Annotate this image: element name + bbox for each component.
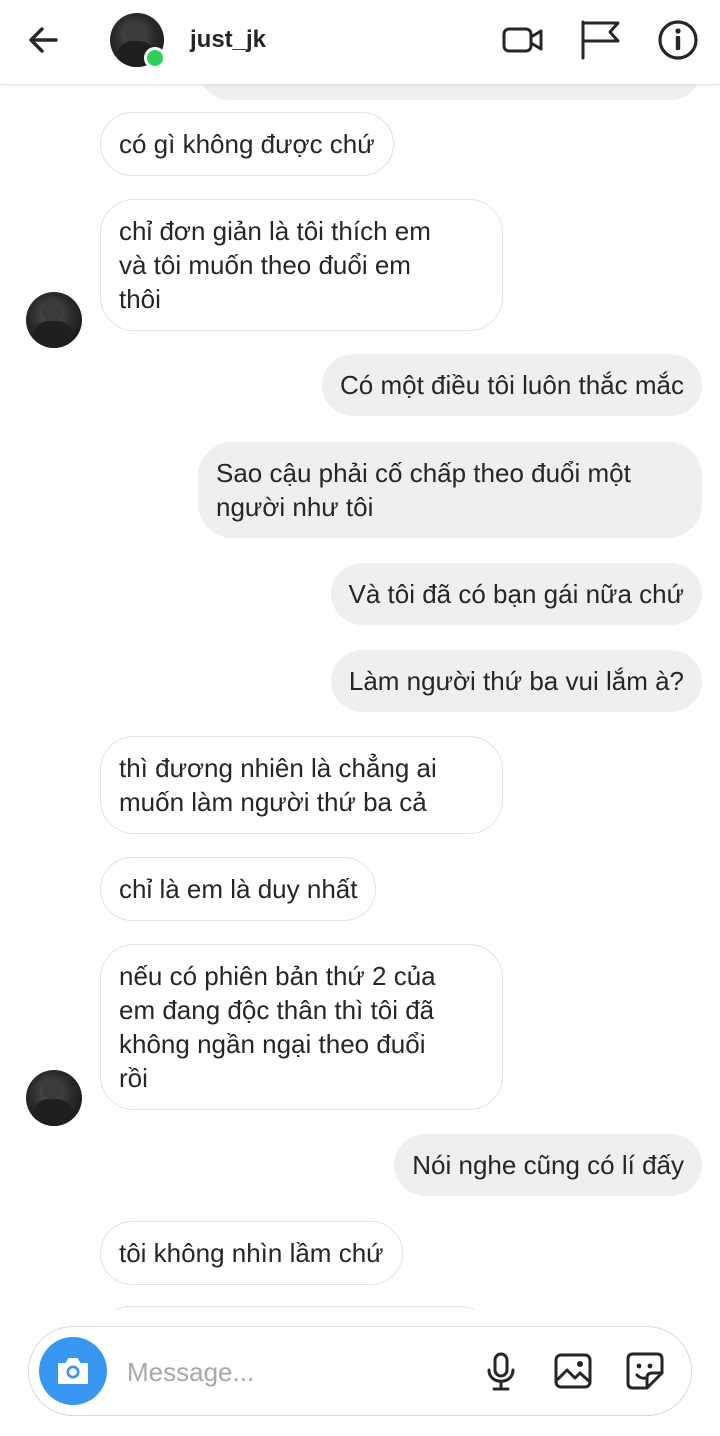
message-bubble-outgoing[interactable]: Nói nghe cũng có lí đấy: [394, 1134, 702, 1196]
sticker-icon[interactable]: [625, 1351, 665, 1391]
message-bubble-incoming[interactable]: [100, 1306, 490, 1310]
message-composer: [28, 1326, 692, 1416]
message-bubble-outgoing[interactable]: Sao cậu phải cố chấp theo đuổi một người…: [198, 442, 702, 538]
profile-avatar[interactable]: [110, 13, 166, 69]
message-bubble-outgoing[interactable]: [200, 84, 700, 100]
message-bubble-incoming[interactable]: có gì không được chứ: [100, 112, 394, 176]
message-input[interactable]: [125, 1351, 459, 1393]
sender-avatar[interactable]: [26, 1070, 82, 1126]
message-bubble-incoming[interactable]: thì đương nhiên là chẳng ai muốn làm ngư…: [100, 736, 503, 834]
camera-icon: [58, 1358, 88, 1384]
flag-icon[interactable]: [578, 18, 622, 62]
message-bubble-incoming[interactable]: chỉ đơn giản là tôi thích em và tôi muốn…: [100, 199, 503, 331]
message-bubble-outgoing[interactable]: Và tôi đã có bạn gái nữa chứ: [330, 563, 702, 625]
message-bubble-incoming[interactable]: nếu có phiên bản thứ 2 của em đang độc t…: [100, 944, 503, 1110]
message-thread[interactable]: có gì không được chứ chỉ đơn giản là tôi…: [0, 84, 720, 1310]
info-icon[interactable]: [656, 18, 700, 62]
image-gallery-icon[interactable]: [553, 1351, 593, 1391]
message-bubble-incoming[interactable]: tôi không nhìn lầm chứ: [100, 1221, 403, 1285]
microphone-icon[interactable]: [481, 1351, 521, 1391]
message-bubble-incoming[interactable]: chỉ là em là duy nhất: [100, 857, 377, 921]
back-arrow-icon[interactable]: [26, 22, 62, 58]
sender-avatar[interactable]: [26, 292, 82, 348]
video-camera-icon[interactable]: [500, 18, 544, 62]
camera-button[interactable]: [39, 1337, 107, 1405]
message-bubble-outgoing[interactable]: Làm người thứ ba vui lắm à?: [330, 650, 702, 712]
online-status-dot: [144, 47, 166, 69]
chat-header: just_jk: [0, 0, 720, 85]
message-bubble-outgoing[interactable]: Có một điều tôi luôn thắc mắc: [322, 354, 702, 416]
chat-username[interactable]: just_jk: [190, 26, 266, 54]
